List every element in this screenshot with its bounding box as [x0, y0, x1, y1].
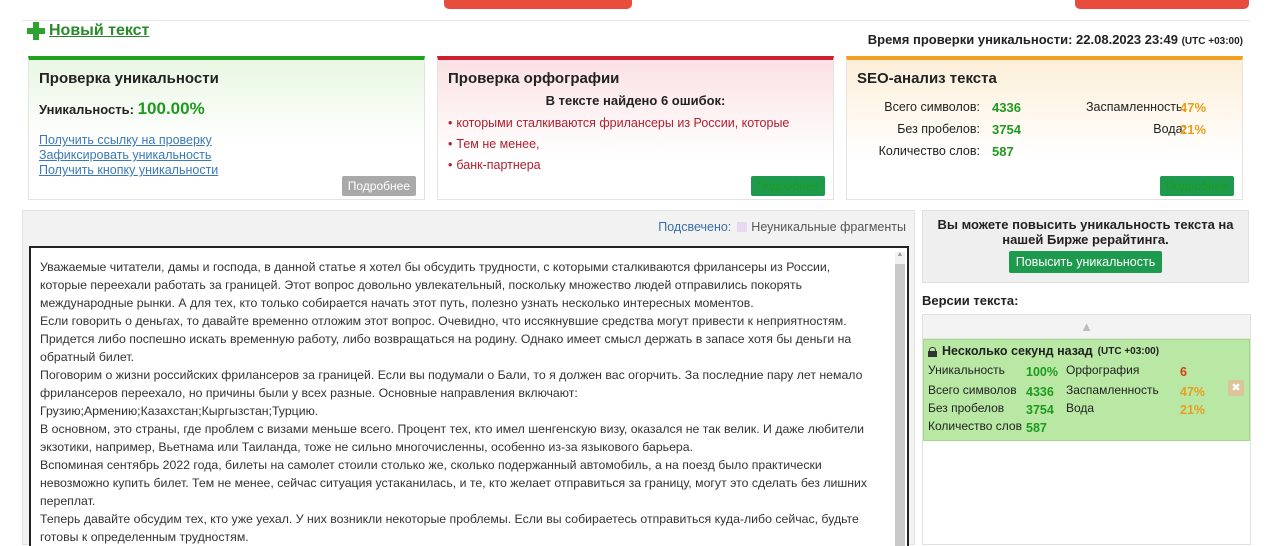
highlight-legend-text: Неуникальные фрагменты	[751, 220, 906, 234]
seo-title: SEO-анализ текста	[857, 70, 997, 87]
scrollbar-thumb[interactable]	[895, 264, 905, 546]
paragraph: В основном, это страны, где проблем с ви…	[40, 422, 865, 454]
version-item[interactable]: Несколько секунд назад (UTC +03:00) Уник…	[923, 339, 1250, 441]
no-spaces-label: Без пробелов:	[897, 122, 980, 136]
new-text-label[interactable]: Новый текст	[49, 22, 149, 40]
version-time: Несколько секунд назад	[942, 344, 1093, 358]
lock-icon	[928, 346, 937, 357]
uniqueness-card: Проверка уникальности Уникальность: 100.…	[28, 56, 425, 200]
top-left-button[interactable]	[444, 0, 632, 9]
total-chars-value: 4336	[992, 100, 1021, 115]
check-time-label: Время проверки уникальности: 22.08.2023 …	[867, 32, 1178, 47]
errors-heading: В тексте найдено 6 ошибок:	[545, 93, 726, 108]
seo-stats: Всего символов: 4336 Заспамленность: 47%…	[857, 100, 1232, 166]
editor-text[interactable]: Уважаемые читатели, дамы и господа, в да…	[31, 248, 907, 546]
error-item[interactable]: которыми сталкиваются фрилансеры из Росс…	[448, 116, 823, 130]
promo-text: Вы можете повысить уникальность текста н…	[937, 217, 1234, 247]
spelling-title: Проверка орфографии	[448, 70, 620, 87]
seo-card: SEO-анализ текста Всего символов: 4336 З…	[846, 56, 1243, 200]
v-word-count-value: 587	[1026, 421, 1047, 435]
uniqueness-label: Уникальность:	[39, 102, 134, 117]
check-time: Время проверки уникальности: 22.08.2023 …	[868, 32, 1243, 47]
non-unique-swatch	[737, 222, 748, 232]
fix-uniqueness-link[interactable]: Зафиксировать уникальность	[39, 148, 414, 162]
raise-uniqueness-button[interactable]: Повысить уникальность	[1008, 251, 1163, 273]
versions-panel: ▲ Несколько секунд назад (UTC +03:00) Ун…	[922, 314, 1251, 545]
version-tz: (UTC +03:00)	[1097, 345, 1160, 357]
editor-panel: Подсвечено: Неуникальные фрагменты Уважа…	[22, 210, 915, 546]
seo-more-button[interactable]: Подробнее	[1159, 176, 1234, 196]
new-text-link[interactable]: Новый текст	[27, 22, 149, 40]
v-uniqueness-value: 100%	[1026, 365, 1058, 379]
versions-title: Версии текста:	[922, 293, 1019, 308]
total-chars-label: Всего символов:	[884, 100, 980, 114]
get-button-link[interactable]: Получить кнопку уникальности	[39, 163, 414, 177]
uniqueness-more-button[interactable]: Подробнее	[341, 176, 416, 196]
error-item[interactable]: Тем не менее,	[448, 137, 823, 151]
v-water-label: Вода	[1066, 401, 1095, 415]
spelling-card: Проверка орфографии В тексте найдено 6 о…	[437, 56, 834, 200]
get-check-link[interactable]: Получить ссылку на проверку	[39, 133, 414, 147]
v-spam-label: Заспамленность	[1066, 383, 1159, 397]
plus-icon	[27, 22, 45, 40]
v-word-count-label: Количество слов	[928, 419, 1022, 433]
spelling-more-button[interactable]: Подробнее	[750, 176, 825, 196]
delete-version-icon[interactable]: ✖	[1228, 380, 1244, 396]
paragraph: Поговорим о жизни российских фрилансеров…	[40, 368, 863, 400]
v-uniqueness-label: Уникальность	[928, 363, 1005, 377]
error-item[interactable]: банк-партнера	[448, 158, 823, 172]
water-value: 21%	[1180, 122, 1207, 137]
paragraph: Вспоминая сентябрь 2022 года, билеты на …	[40, 458, 868, 508]
v-total-chars-value: 4336	[1026, 385, 1054, 399]
word-count-value: 587	[992, 144, 1014, 159]
uniqueness-title: Проверка уникальности	[39, 70, 219, 87]
check-time-tz: (UTC +03:00)	[1181, 36, 1243, 47]
paragraph: Теперь давайте обсудим тех, кто уже уеха…	[40, 512, 859, 544]
highlight-label: Подсвечено:	[658, 220, 732, 234]
uniqueness-row: Уникальность: 100.00%	[39, 99, 414, 119]
paragraph: Уважаемые читатели, дамы и господа, в да…	[40, 260, 831, 310]
paragraph: Грузию;Армению;Казахстан;Кыргызстан;Турц…	[40, 404, 319, 418]
top-right-button[interactable]	[1075, 0, 1249, 9]
no-spaces-value: 3754	[992, 122, 1021, 137]
v-no-spaces-value: 3754	[1026, 403, 1054, 417]
uniqueness-links: Получить ссылку на проверку Зафиксироват…	[39, 133, 414, 177]
spam-label: Заспамленность:	[1085, 100, 1186, 114]
uniqueness-value: 100.00%	[137, 99, 205, 118]
paragraph: Если говорить о деньгах, то давайте врем…	[40, 314, 852, 364]
highlight-legend: Подсвечено: Неуникальные фрагменты	[658, 220, 906, 234]
errors-list: которыми сталкиваются фрилансеры из Росс…	[448, 116, 823, 172]
v-water-value: 21%	[1180, 403, 1206, 417]
v-spam-value: 47%	[1180, 385, 1206, 399]
version-header: Несколько секунд назад (UTC +03:00)	[928, 344, 1159, 358]
v-total-chars-label: Всего символов	[928, 383, 1017, 397]
v-spelling-value: 6	[1180, 365, 1187, 379]
word-count-label: Количество слов:	[878, 144, 980, 158]
v-no-spaces-label: Без пробелов	[928, 401, 1005, 415]
spam-value: 47%	[1180, 100, 1207, 115]
scroll-up-arrow-icon[interactable]: ▲	[895, 251, 905, 261]
v-spelling-label: Орфография	[1066, 363, 1140, 377]
promo-box: Вы можете повысить уникальность текста н…	[922, 210, 1249, 283]
chevron-up-icon[interactable]: ▲	[923, 315, 1250, 339]
text-editor[interactable]: Уважаемые читатели, дамы и господа, в да…	[29, 246, 909, 546]
header-divider	[22, 20, 1250, 21]
